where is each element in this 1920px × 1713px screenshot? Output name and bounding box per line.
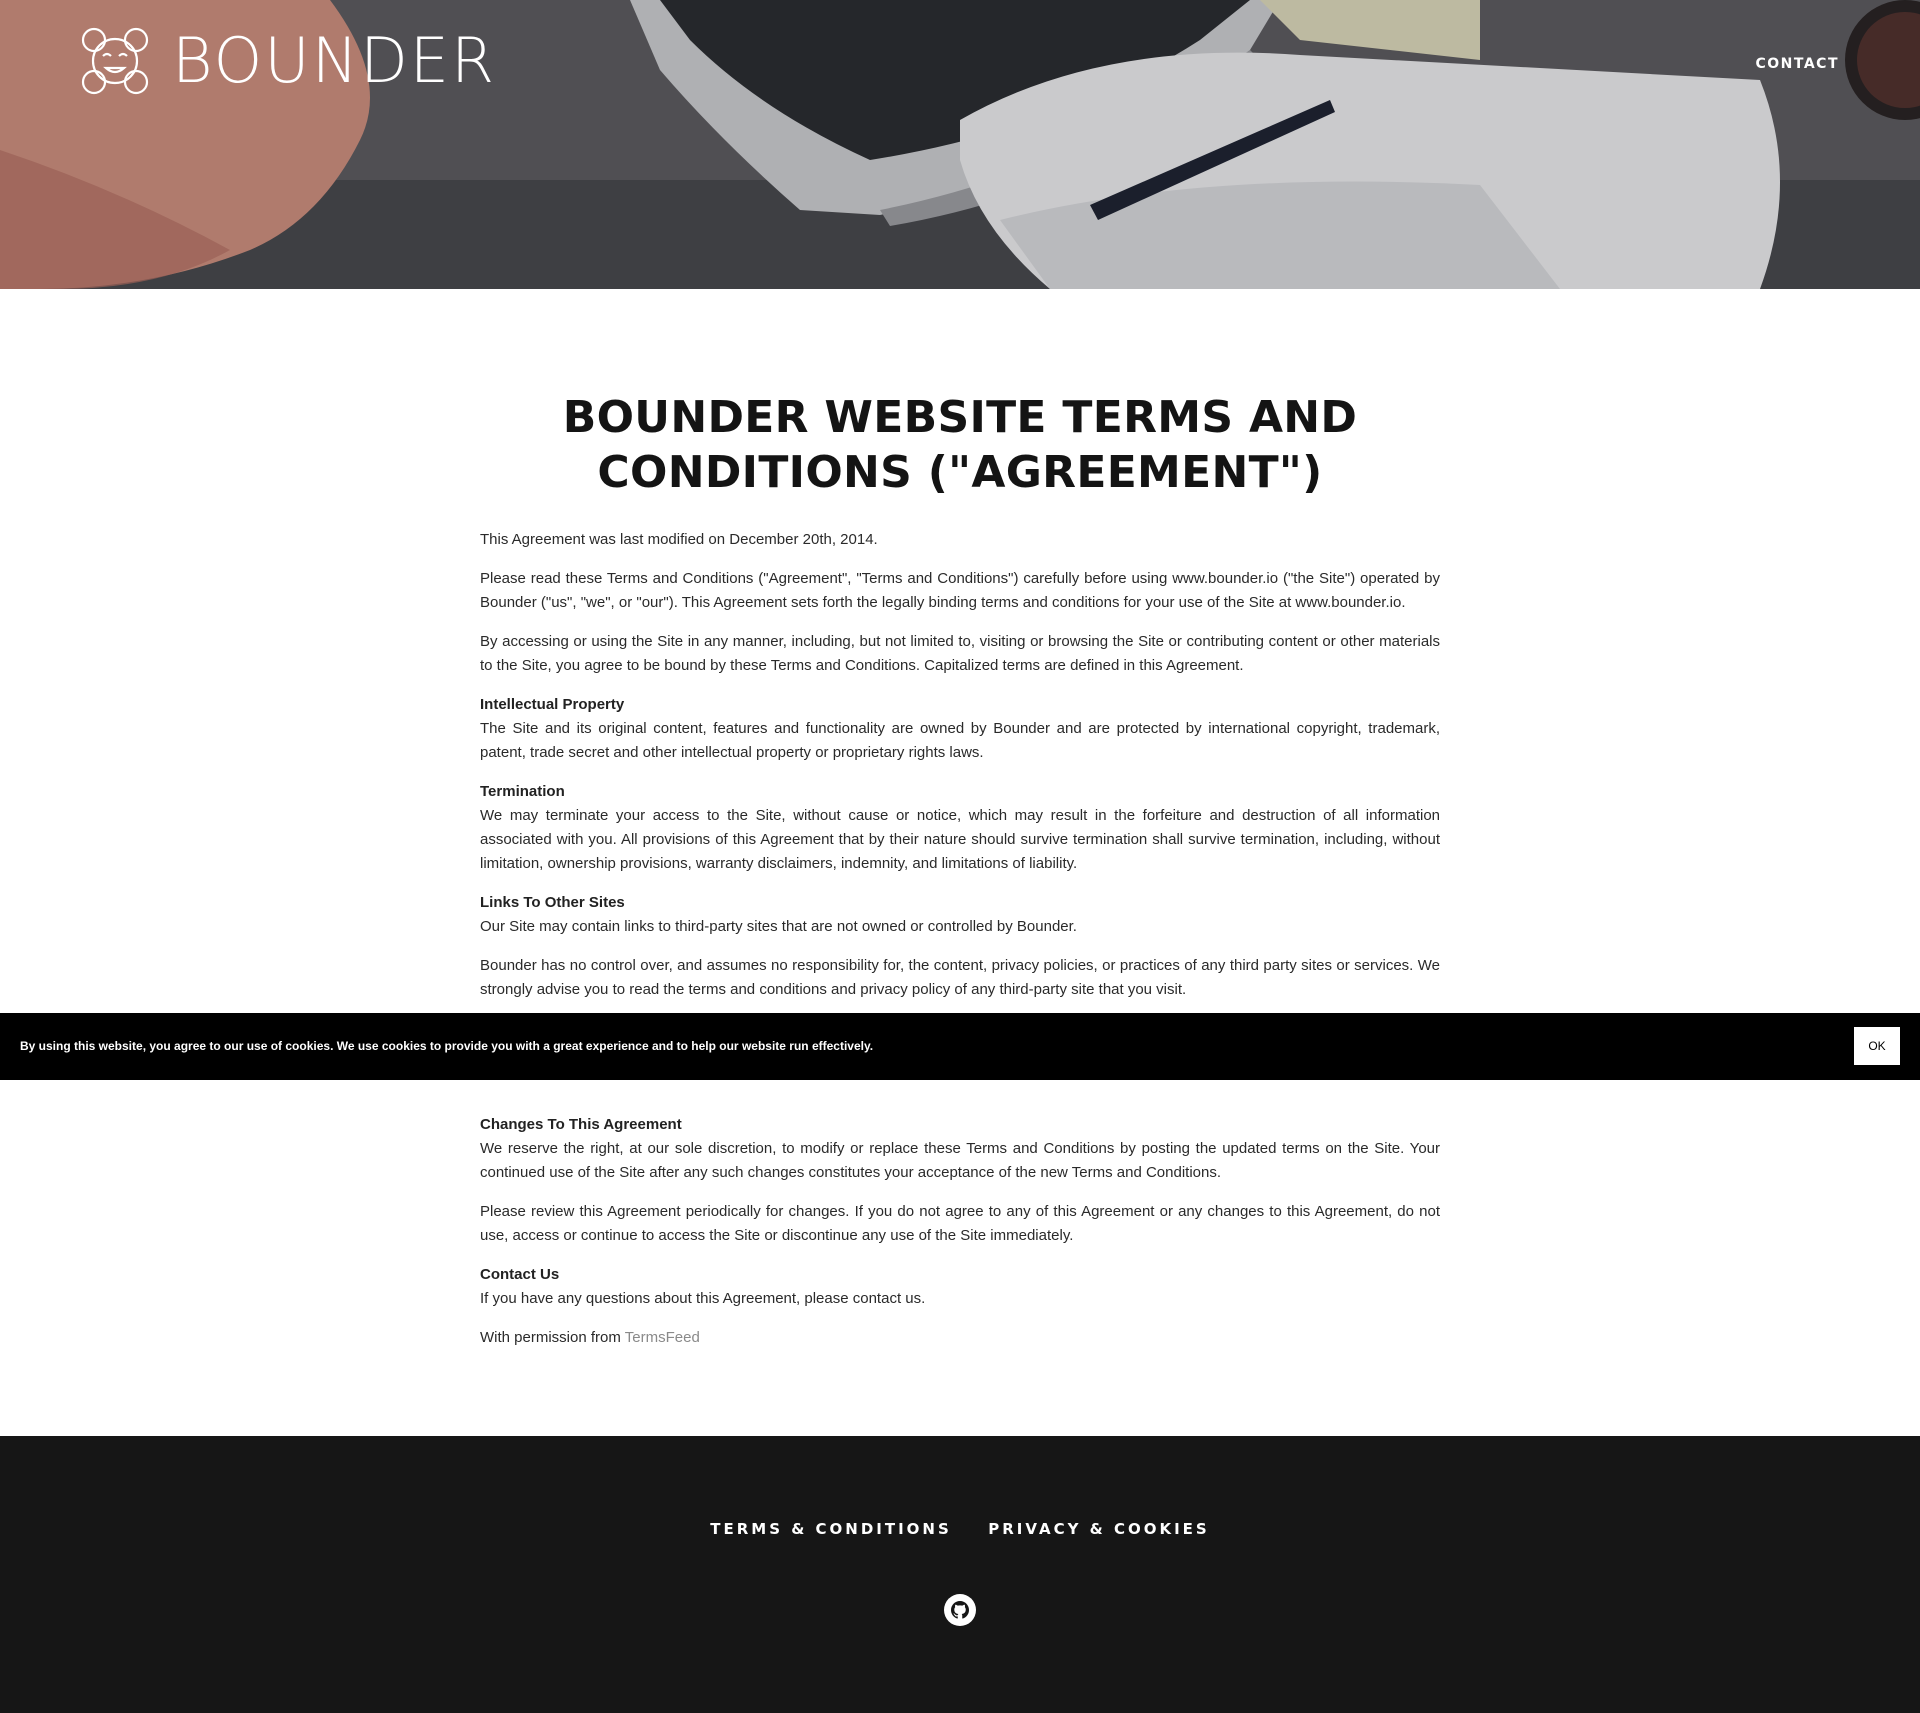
- section-body: If you have any questions about this Agr…: [480, 1290, 926, 1307]
- hero-header: BOUNDER CONTACT: [0, 0, 1920, 289]
- permission-line: With permission from TermsFeed: [480, 1326, 1440, 1350]
- cookie-consent-bar: By using this website, you agree to our …: [0, 1013, 1920, 1080]
- footer-nav: TERMS & CONDITIONS PRIVACY & COOKIES: [0, 1520, 1920, 1539]
- changes-paragraph-2: Please review this Agreement periodicall…: [480, 1203, 1440, 1244]
- termsfeed-link[interactable]: TermsFeed: [625, 1329, 700, 1346]
- section-body: We reserve the right, at our sole discre…: [480, 1140, 1440, 1181]
- section-heading: Intellectual Property: [480, 696, 625, 713]
- permission-prefix: With permission from: [480, 1329, 621, 1346]
- site-footer: TERMS & CONDITIONS PRIVACY & COOKIES: [0, 1436, 1920, 1713]
- section-contact-us: Contact Us If you have any questions abo…: [480, 1263, 1440, 1311]
- brand-name: BOUNDER: [172, 24, 497, 97]
- cookie-message: By using this website, you agree to our …: [20, 1039, 874, 1053]
- section-body: The Site and its original content, featu…: [480, 720, 1440, 761]
- github-glyph: [951, 1601, 969, 1619]
- section-heading: Links To Other Sites: [480, 894, 625, 911]
- intro-paragraph-2: By accessing or using the Site in any ma…: [480, 633, 1440, 674]
- cookie-ok-button[interactable]: OK: [1854, 1027, 1900, 1065]
- section-intellectual-property: Intellectual Property The Site and its o…: [480, 693, 1440, 765]
- section-heading: Changes To This Agreement: [480, 1116, 682, 1133]
- brand-logo[interactable]: BOUNDER: [80, 26, 496, 96]
- section-body: Our Site may contain links to third-part…: [480, 918, 1077, 935]
- last-modified-text: This Agreement was last modified on Dece…: [480, 531, 878, 548]
- github-icon[interactable]: [944, 1594, 976, 1626]
- section-body: We may terminate your access to the Site…: [480, 807, 1440, 872]
- intro-paragraph-1: Please read these Terms and Conditions (…: [480, 570, 1440, 611]
- footer-privacy-link[interactable]: PRIVACY & COOKIES: [988, 1520, 1210, 1538]
- footer-terms-link[interactable]: TERMS & CONDITIONS: [710, 1520, 952, 1538]
- section-termination: Termination We may terminate your access…: [480, 780, 1440, 876]
- links-paragraph-2: Bounder has no control over, and assumes…: [480, 957, 1440, 998]
- nav-contact-link[interactable]: CONTACT: [1755, 56, 1839, 72]
- page-title: BOUNDER WEBSITE TERMS AND CONDITIONS ("A…: [562, 392, 1358, 498]
- section-heading: Termination: [480, 783, 565, 800]
- section-heading: Contact Us: [480, 1266, 560, 1283]
- section-changes: Changes To This Agreement We reserve the…: [480, 1113, 1440, 1185]
- terms-content: BOUNDER WEBSITE TERMS AND CONDITIONS ("A…: [480, 390, 1440, 1365]
- bounder-logo-icon: [81, 27, 149, 95]
- section-links-other-sites: Links To Other Sites Our Site may contai…: [480, 891, 1440, 939]
